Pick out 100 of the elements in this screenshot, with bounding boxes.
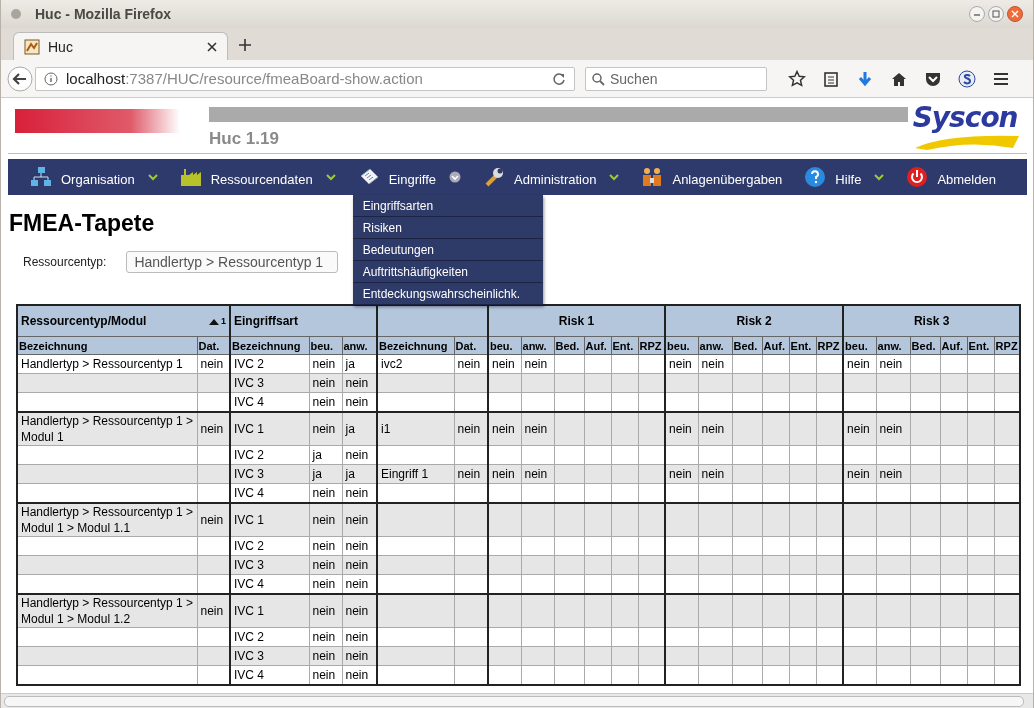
table-cell [876,594,911,628]
table-cell [910,594,941,628]
nav-menu-item[interactable]: Hilfe [804,159,885,195]
download-icon[interactable] [856,69,874,88]
page-title: FMEA-Tapete [9,210,155,237]
table-cell [732,503,763,537]
table-cell [665,665,699,685]
horizontal-scrollbar[interactable] [1,693,1033,708]
table-cell [732,627,763,647]
table-cell [611,627,638,647]
people-icon [641,166,664,188]
nav-menu-item[interactable]: Organisation [30,159,158,195]
table-cell [789,354,817,374]
table-cell [665,503,699,537]
reload-icon[interactable] [552,71,566,86]
back-icon[interactable] [7,65,33,92]
table-cell: nein [488,412,521,446]
extension-icon[interactable] [958,69,976,88]
table-cell [698,445,733,465]
table-cell [789,536,817,556]
dropdown-item[interactable]: Risiken [352,217,543,239]
table-cell [554,594,584,628]
minimize-button[interactable] [969,6,985,22]
table-cell [762,627,790,647]
table-cell: nein [309,503,342,537]
table-cell: IVC 4 [230,665,309,685]
table-cell: Handlertyp > Ressourcentyp 1 > Modul 1 [17,412,197,446]
table-cell [454,503,488,537]
table-cell: nein [698,412,733,446]
table-cell [521,445,554,465]
scrollbar-thumb[interactable] [4,696,1024,707]
company-logo: Syscon [912,102,1018,134]
dropdown-item[interactable]: Auftrittshäufigkeiten [352,261,543,283]
table-cell [732,594,763,628]
table-cell [967,445,995,465]
table-cell [488,503,521,537]
table-cell [611,445,638,465]
favicon-icon [24,38,40,55]
search-field[interactable]: Suchen [585,66,767,91]
table-cell [940,412,968,446]
table-cell: nein [698,354,733,374]
dropdown-item[interactable]: Entdeckungswahrscheinlichk. [352,283,543,305]
column-group-header: Eingriffsart [230,305,377,337]
close-icon [1011,10,1019,18]
table-cell [611,594,638,628]
table-cell [698,594,733,628]
table-cell: ja [309,445,342,465]
table-cell [910,354,941,374]
logo-swoosh-icon [914,134,1019,150]
table-cell: nein [309,627,342,647]
browser-tab[interactable]: Huc [13,32,228,60]
new-tab-icon[interactable] [238,38,252,52]
dropdown-item[interactable]: Eingriffsarten [352,195,543,217]
sort-ascending-icon[interactable] [209,317,219,325]
table-cell [940,354,968,374]
nav-menu-item[interactable]: Ressourcendaten [179,159,336,195]
nav-menu-item[interactable]: Eingriffe [357,159,462,195]
table-cell [843,503,877,537]
nav-menu-item[interactable]: Abmelden [906,159,996,195]
table-cell [584,594,611,628]
table-cell [554,536,584,556]
table-cell [554,627,584,647]
window-title: Huc - Mozilla Firefox [35,6,172,22]
star-icon[interactable] [788,69,806,88]
table-cell: i1 [377,412,454,446]
table-cell [910,412,941,446]
table-cell [732,445,763,465]
table-cell [521,536,554,556]
table-cell [762,503,790,537]
info-icon[interactable] [44,71,58,86]
table-cell [584,445,611,465]
table-cell: nein [309,536,342,556]
column-group-header: Risk 1 [488,305,666,337]
table-cell [554,354,584,374]
table-cell [967,627,995,647]
nav-menu-item[interactable]: Administration [483,159,620,195]
close-button[interactable] [1007,6,1023,22]
table-cell [843,594,877,628]
table-cell [967,412,995,446]
resource-type-select[interactable]: Handlertyp > Ressourcentyp 1 [126,251,339,273]
table-cell [910,445,941,465]
nav-menu-item[interactable]: Anlagenübergaben [641,159,783,195]
table-cell [521,503,554,537]
table-cell: nein [454,412,488,446]
table-cell: Handlertyp > Ressourcentyp 1 > Modul 1 > Modul 1.1 [17,503,197,537]
dropdown-item[interactable]: Bedeutungen [352,239,543,261]
table-cell [521,627,554,647]
table-cell [789,412,817,446]
table-cell [488,594,521,628]
table-cell [762,536,790,556]
maximize-icon [992,10,1000,18]
table-cell [876,536,911,556]
table-cell: nein [521,354,554,374]
clipboard-icon[interactable] [822,69,840,88]
table-cell [910,627,941,647]
address-field[interactable]: localhost:7387/HUC/resource/fmeaBoard-show.action [35,66,575,91]
table-cell [762,354,790,374]
logo-stripe-icon [15,107,179,135]
table-cell [732,536,763,556]
close-tab-icon[interactable] [207,41,217,52]
